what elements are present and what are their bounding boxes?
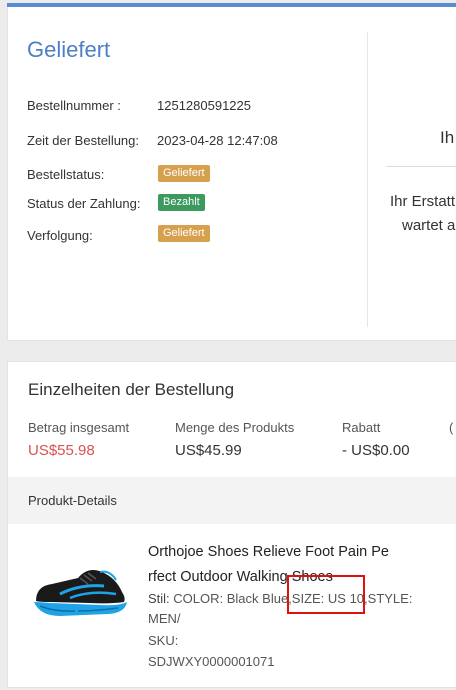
order-number-label: Bestellnummer :: [27, 98, 121, 113]
extra-column-label: (: [449, 420, 454, 435]
order-details-card: Einzelheiten der Bestellung Betrag insge…: [7, 361, 456, 688]
product-amount-label: Menge des Produkts: [175, 420, 295, 435]
tracking-label: Verfolgung:: [27, 228, 93, 243]
sku-label: SKU:: [148, 633, 179, 648]
horizontal-divider: [386, 166, 456, 167]
order-status-badge: Geliefert: [158, 165, 210, 182]
product-name-line2: rfect Outdoor Walking Shoes: [148, 569, 333, 585]
product-style-line-cont: MEN/: [148, 611, 181, 626]
page-title: Geliefert: [27, 37, 111, 62]
product-style-line: Stil: COLOR: Black Blue,SIZE: US 10,STYL…: [148, 591, 412, 606]
product-amount-value: US$45.99: [175, 442, 242, 459]
order-number-value: 1251280591225: [157, 98, 251, 113]
sku-value: SDJWXY0000001071: [148, 654, 275, 669]
refund-heading: Ih: [440, 128, 455, 147]
section-title: Einzelheiten der Bestellung: [28, 380, 235, 399]
payment-status-badge: Bezahlt: [158, 194, 205, 211]
product-details-header: Produkt-Details: [8, 477, 456, 524]
product-name[interactable]: Orthojoe Shoes Relieve Foot Pain Pe rfec…: [148, 540, 413, 590]
tracking-badge[interactable]: Geliefert: [158, 225, 210, 242]
total-amount-label: Betrag insgesamt: [28, 420, 130, 435]
vertical-divider: [367, 32, 368, 327]
size-highlight-box: [287, 575, 365, 614]
refund-text-line1: Ihr Erstatt: [390, 193, 456, 210]
style-label: Stil:: [148, 591, 170, 606]
product-details-label: Produkt-Details: [28, 493, 117, 508]
discount-value: - US$0.00: [342, 442, 410, 459]
product-name-line1: Orthojoe Shoes Relieve Foot Pain Pe: [148, 544, 389, 560]
order-status-label: Bestellstatus:: [27, 167, 105, 182]
shoe-image[interactable]: [30, 556, 130, 626]
order-time-label: Zeit der Bestellung:: [27, 133, 140, 148]
total-amount-value: US$55.98: [28, 442, 95, 459]
discount-label: Rabatt: [342, 420, 381, 435]
order-time-value: 2023-04-28 12:47:08: [157, 133, 278, 148]
payment-status-label: Status der Zahlung:: [27, 196, 141, 211]
refund-text-line2: wartet a: [402, 217, 456, 234]
order-status-card: Geliefert Bestellnummer : 1251280591225 …: [7, 7, 456, 341]
